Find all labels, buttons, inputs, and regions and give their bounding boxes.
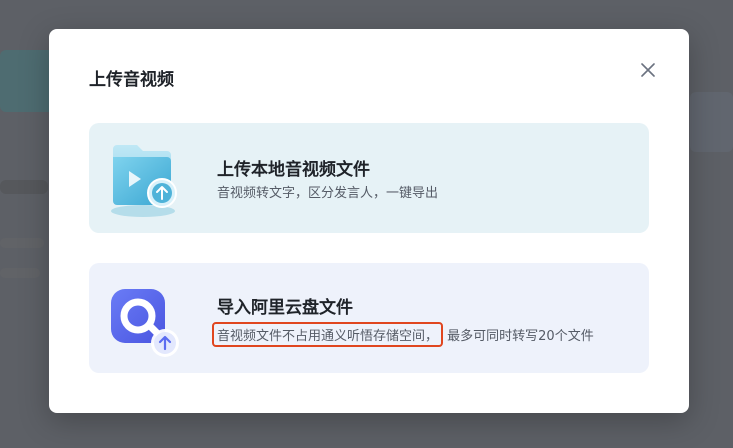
- upload-local-file-option[interactable]: 上传本地音视频文件 音视频转文字，区分发言人，一键导出: [89, 123, 649, 233]
- transcribe-limit-note: 最多可同时转写20个文件: [447, 329, 594, 344]
- folder-upload-icon: [105, 137, 189, 221]
- option-description: 音视频文件不占用通义听悟存储空间， 最多可同时转写20个文件: [212, 322, 594, 347]
- option-title: 导入阿里云盘文件: [217, 298, 353, 318]
- import-aliyun-drive-option[interactable]: 导入阿里云盘文件 音视频文件不占用通义听悟存储空间， 最多可同时转写20个文件: [89, 263, 649, 373]
- option-title: 上传本地音视频文件: [217, 160, 370, 180]
- dialog-title: 上传音视频: [89, 70, 174, 90]
- upload-media-dialog: 上传音视频 上传本地音视频文件 音视频转文字，区分发言人，一键导出 导入阿里云盘…: [49, 29, 689, 413]
- option-description: 音视频转文字，区分发言人，一键导出: [217, 186, 439, 201]
- highlighted-storage-note: 音视频文件不占用通义听悟存储空间，: [212, 322, 444, 347]
- close-button[interactable]: [637, 59, 659, 81]
- close-icon: [641, 63, 655, 77]
- aliyun-drive-upload-icon: [105, 277, 189, 361]
